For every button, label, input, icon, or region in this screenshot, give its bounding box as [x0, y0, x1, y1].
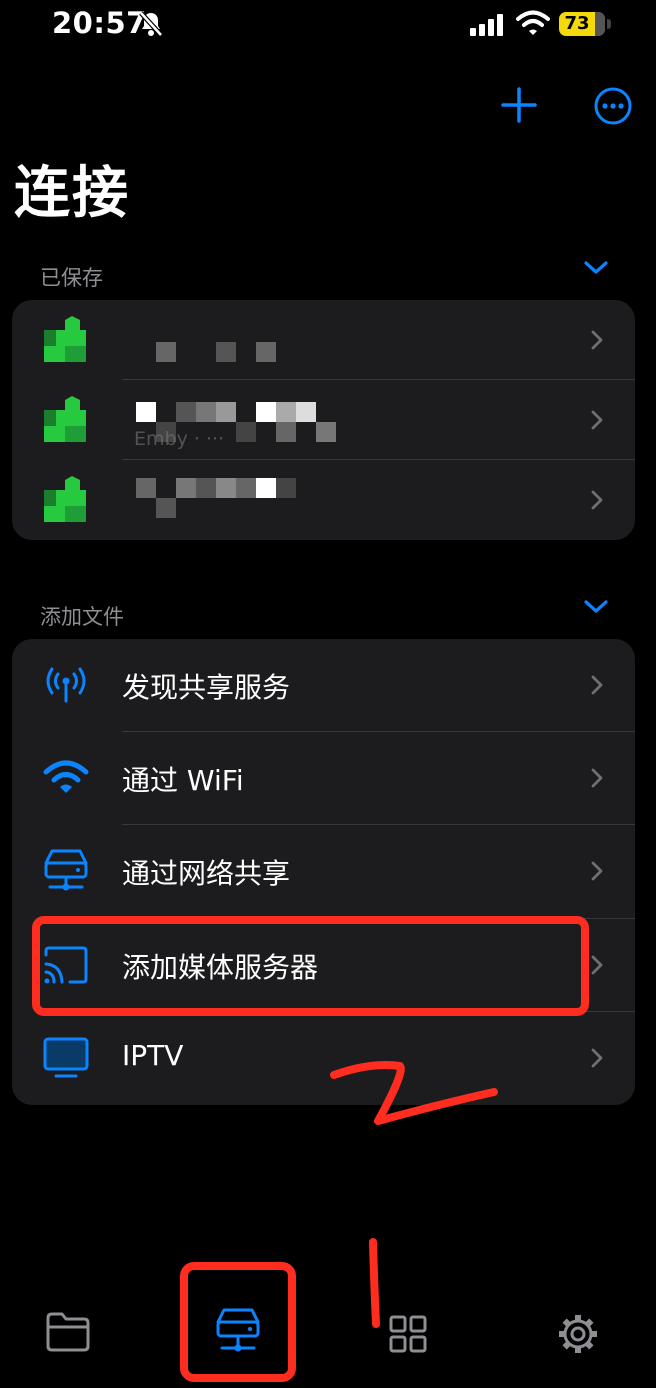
collapse-add-files-chevron-icon[interactable] [583, 599, 609, 615]
battery-tip [607, 19, 611, 29]
media-server-icon [44, 476, 86, 522]
saved-server-row[interactable]: Emby · ··· [12, 380, 635, 460]
more-options-button[interactable] [593, 86, 633, 126]
option-label: 通过 WiFi [122, 764, 244, 798]
saved-server-row[interactable] [12, 460, 635, 540]
chevron-right-icon [591, 330, 603, 350]
tab-apps-grid-icon[interactable] [388, 1314, 428, 1354]
battery-indicator: 73 [559, 12, 605, 36]
add-files-options-list: 发现共享服务 通过 WiFi 通过网络共享 添加媒体服务器 IPTV [12, 639, 635, 1105]
wifi-icon [43, 760, 89, 794]
discover-shares-option[interactable]: 发现共享服务 [12, 639, 635, 733]
option-label: 发现共享服务 [122, 671, 291, 704]
network-drive-icon [44, 849, 88, 891]
tab-settings-gear-icon[interactable] [556, 1312, 600, 1356]
via-network-share-option[interactable]: 通过网络共享 [12, 825, 635, 919]
chevron-right-icon [591, 1048, 603, 1068]
chevron-right-icon [591, 490, 603, 510]
iptv-option[interactable]: IPTV [12, 1012, 635, 1105]
battery-percent: 73 [564, 13, 590, 34]
redacted-server-name [122, 314, 352, 370]
silent-bell-icon [139, 11, 163, 37]
tab-connections-network-drive-icon[interactable] [214, 1306, 262, 1358]
option-label: 通过网络共享 [122, 857, 291, 891]
tab-files-folder-icon[interactable] [44, 1310, 92, 1354]
server-subtitle: Emby · ··· [134, 428, 225, 450]
annotation-number-1 [369, 1238, 380, 1328]
chevron-right-icon [591, 861, 603, 881]
saved-server-row[interactable] [12, 300, 635, 380]
media-server-icon [44, 316, 86, 362]
chevron-right-icon [591, 768, 603, 788]
add-media-server-option[interactable]: 添加媒体服务器 [12, 919, 635, 1012]
cellular-signal-icon [470, 14, 503, 36]
option-label: 添加媒体服务器 [122, 950, 319, 984]
cast-screen-icon [44, 946, 88, 984]
antenna-icon [46, 667, 86, 703]
chevron-right-icon [591, 955, 603, 974]
redacted-server-name [122, 474, 352, 530]
section-header-saved: 已保存 [40, 266, 103, 290]
add-button[interactable] [500, 86, 538, 124]
media-server-icon [44, 396, 86, 442]
collapse-saved-chevron-icon[interactable] [583, 260, 609, 276]
tv-icon [43, 1037, 89, 1078]
saved-servers-list: Emby · ··· [12, 300, 635, 540]
status-time: 20:57 [52, 6, 147, 40]
wifi-status-icon [516, 10, 550, 35]
app-screen: 20:57 73 连接 已保存 Emby · ··· 添加文件 发现共享服务 通… [0, 0, 656, 1388]
chevron-right-icon [591, 410, 603, 430]
option-label: IPTV [122, 1038, 184, 1072]
chevron-right-icon [591, 675, 603, 695]
section-header-add-files: 添加文件 [40, 605, 124, 629]
via-wifi-option[interactable]: 通过 WiFi [12, 732, 635, 826]
page-title: 连接 [14, 161, 130, 226]
